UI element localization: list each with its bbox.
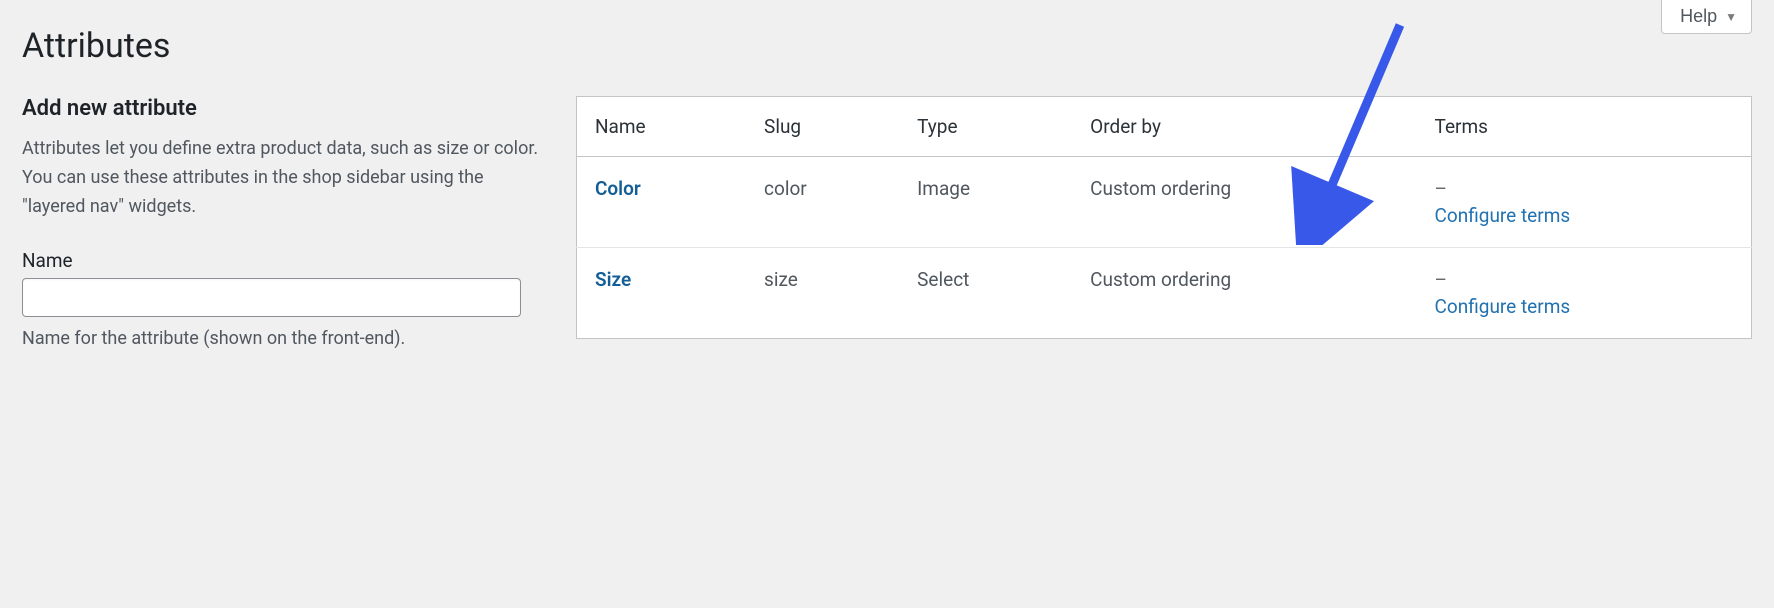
configure-terms-link[interactable]: Configure terms bbox=[1435, 204, 1571, 227]
attribute-order-by: Custom ordering bbox=[1072, 157, 1416, 248]
attribute-type: Select bbox=[899, 248, 1072, 339]
attribute-slug: color bbox=[746, 157, 899, 248]
table-row: Size sizeSelectCustom ordering– Configure … bbox=[577, 248, 1752, 339]
attribute-slug: size bbox=[746, 248, 899, 339]
col-header-order-by: Order by bbox=[1072, 97, 1416, 157]
page-title: Attributes bbox=[22, 0, 1752, 96]
table-row: Color colorImageCustom ordering– Configure… bbox=[577, 157, 1752, 248]
col-header-name: Name bbox=[577, 97, 747, 157]
col-header-type: Type bbox=[899, 97, 1072, 157]
name-field-label: Name bbox=[22, 249, 542, 272]
help-dropdown-button[interactable]: Help ▼ bbox=[1661, 0, 1752, 34]
name-input[interactable] bbox=[22, 278, 521, 317]
col-header-terms: Terms bbox=[1417, 97, 1752, 157]
add-new-attribute-description: Attributes let you define extra product … bbox=[22, 135, 542, 221]
attribute-type: Image bbox=[899, 157, 1072, 248]
terms-placeholder: – bbox=[1435, 268, 1733, 291]
attribute-name-link[interactable]: Size bbox=[595, 268, 631, 291]
attribute-name-link[interactable]: Color bbox=[595, 177, 641, 200]
configure-terms-link[interactable]: Configure terms bbox=[1435, 295, 1571, 318]
add-new-attribute-heading: Add new attribute bbox=[22, 96, 542, 121]
attributes-table: Name Slug Type Order by Terms Color color… bbox=[576, 96, 1752, 339]
terms-placeholder: – bbox=[1435, 177, 1733, 200]
chevron-down-icon: ▼ bbox=[1725, 11, 1737, 23]
name-field-hint: Name for the attribute (shown on the fro… bbox=[22, 325, 542, 353]
help-label: Help bbox=[1680, 6, 1717, 27]
col-header-slug: Slug bbox=[746, 97, 899, 157]
attribute-order-by: Custom ordering bbox=[1072, 248, 1416, 339]
